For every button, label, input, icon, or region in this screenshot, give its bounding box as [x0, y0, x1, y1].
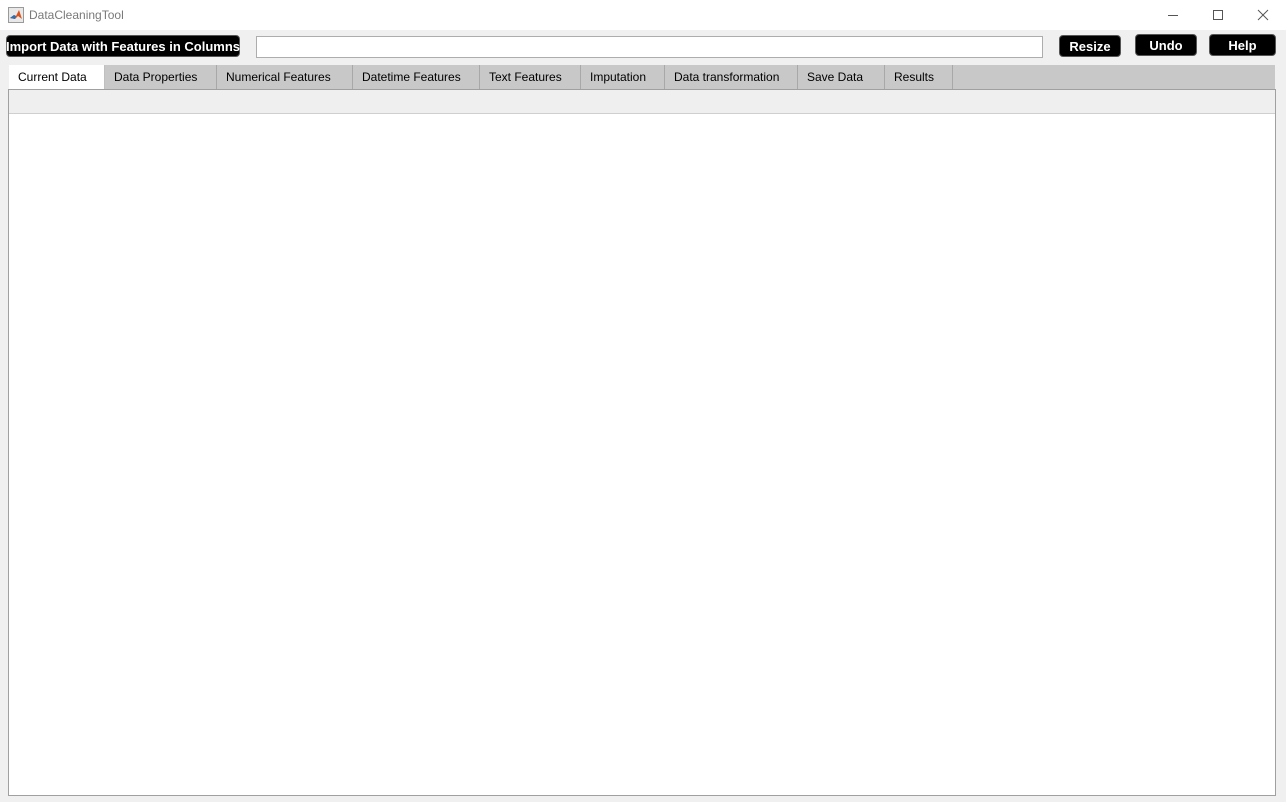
file-path-field[interactable] — [256, 36, 1043, 58]
tab-text-features[interactable]: Text Features — [480, 65, 581, 89]
title-bar: DataCleaningTool — [0, 0, 1286, 30]
close-button[interactable] — [1240, 0, 1285, 30]
resize-button[interactable]: Resize — [1059, 35, 1121, 57]
tab-imputation[interactable]: Imputation — [581, 65, 665, 89]
matlab-logo-icon — [8, 7, 24, 23]
tab-numerical-features[interactable]: Numerical Features — [217, 65, 353, 89]
tab-current-data[interactable]: Current Data — [9, 65, 105, 89]
tab-results[interactable]: Results — [885, 65, 953, 89]
tab-datetime-features[interactable]: Datetime Features — [353, 65, 480, 89]
minimize-icon — [1167, 15, 1178, 16]
help-button[interactable]: Help — [1209, 34, 1276, 56]
tab-data-transformation[interactable]: Data transformation — [665, 65, 798, 89]
data-table-header — [9, 90, 1275, 114]
undo-button[interactable]: Undo — [1135, 34, 1197, 56]
tab-data-properties[interactable]: Data Properties — [105, 65, 217, 89]
current-data-panel — [8, 89, 1276, 796]
maximize-button[interactable] — [1195, 0, 1240, 30]
maximize-icon — [1212, 10, 1223, 20]
close-icon — [1257, 9, 1268, 21]
window-title: DataCleaningTool — [29, 8, 124, 22]
import-data-button[interactable]: Import Data with Features in Columns — [6, 35, 240, 57]
tab-bar: Current Data Data Properties Numerical F… — [9, 65, 1275, 89]
minimize-button[interactable] — [1150, 0, 1195, 30]
tab-save-data[interactable]: Save Data — [798, 65, 885, 89]
